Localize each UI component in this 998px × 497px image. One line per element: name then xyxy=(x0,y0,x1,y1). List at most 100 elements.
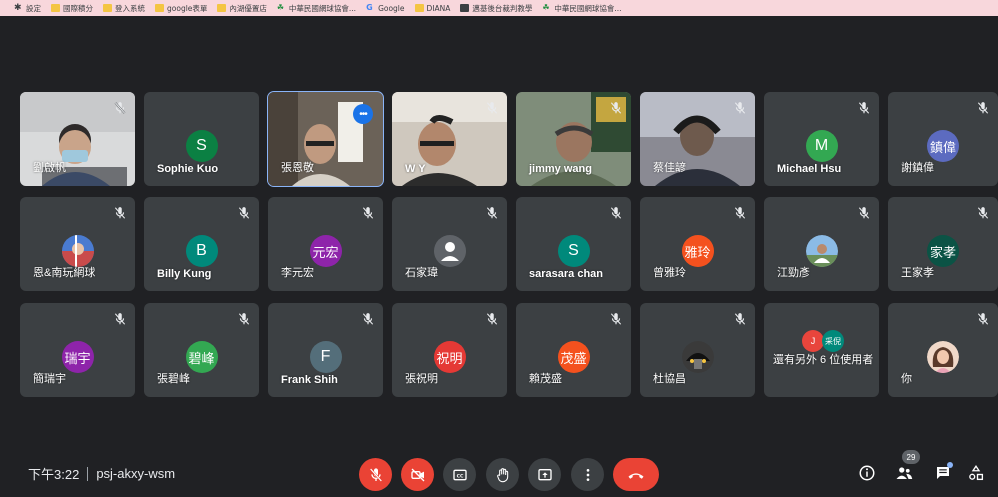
more-participants-label: 還有另外 6 位使用者 xyxy=(773,354,874,366)
info-icon xyxy=(859,465,875,481)
mic-off-icon xyxy=(114,313,126,325)
participant-tile[interactable]: M Michael Hsu xyxy=(764,92,879,186)
mic-off-icon xyxy=(238,207,250,219)
participant-name: 蔡佳諺 xyxy=(653,162,686,174)
avatar: F xyxy=(309,341,342,373)
closed-captions-icon: CC xyxy=(452,469,467,480)
avatar: 元宏 xyxy=(309,235,342,267)
mic-off-icon xyxy=(238,313,250,325)
bookmark-folder[interactable]: 國際積分 xyxy=(51,3,93,14)
meeting-info: 下午3:22 psj-akxy-wsm xyxy=(28,464,175,483)
globe-icon xyxy=(460,4,470,12)
camera-toggle-button[interactable] xyxy=(401,458,434,491)
participant-tile[interactable]: W Y xyxy=(392,92,507,186)
mic-off-icon xyxy=(977,313,989,325)
mic-off-icon xyxy=(734,102,746,114)
more-options-button[interactable] xyxy=(571,458,604,491)
avatar: 雅玲 xyxy=(681,235,714,267)
participant-name: Sophie Kuo xyxy=(157,163,219,175)
bookmark-folder[interactable]: google表單 xyxy=(155,3,207,14)
participant-name: 杜協昌 xyxy=(653,373,686,385)
mic-off-icon xyxy=(114,102,126,114)
participant-tile[interactable]: 劉啟帆 xyxy=(20,92,135,186)
mic-off-icon xyxy=(858,102,870,114)
hand-icon xyxy=(496,467,508,482)
mic-off-icon xyxy=(610,313,622,325)
meeting-code: psj-akxy-wsm xyxy=(96,466,176,481)
avatar: 瑞宇 xyxy=(61,341,94,373)
bookmark-folder[interactable]: 內湖優置店 xyxy=(217,3,267,14)
participant-name: Frank Shih xyxy=(281,374,338,386)
folder-icon xyxy=(103,4,112,12)
participant-tile[interactable]: 雅玲 曾雅玲 xyxy=(640,197,755,291)
participant-tile[interactable]: S sarasara chan xyxy=(516,197,631,291)
avatar-photo xyxy=(681,341,714,373)
participant-tile[interactable]: 恩&南玩網球 xyxy=(20,197,135,291)
avatar: S xyxy=(557,235,590,267)
avatar-photo xyxy=(927,341,959,373)
people-icon xyxy=(896,467,913,479)
folder-icon xyxy=(217,4,227,12)
participant-tile[interactable]: 石家瑋 xyxy=(392,197,507,291)
present-screen-button[interactable] xyxy=(528,458,561,491)
mic-off-icon xyxy=(977,207,989,219)
participant-name: jimmy wang xyxy=(529,163,592,175)
bookmark-link[interactable]: 邁基後台裁判教學 xyxy=(460,3,532,14)
avatar: 碧峰 xyxy=(185,341,218,373)
participant-tile[interactable]: 碧峰 張碧峰 xyxy=(144,303,259,397)
activities-button[interactable] xyxy=(965,462,987,484)
more-participants-tile[interactable]: J 采倪 還有另外 6 位使用者 xyxy=(764,303,879,397)
bookmark-link[interactable]: ☘ 中華民國網球協會... xyxy=(542,3,621,14)
participant-tile[interactable]: S Sophie Kuo xyxy=(144,92,259,186)
people-button[interactable] xyxy=(893,462,915,484)
self-tile[interactable]: 你 xyxy=(888,303,998,397)
participant-tile[interactable]: 瑞宇 簡瑞宇 xyxy=(20,303,135,397)
bookmark-settings[interactable]: ✱ 設定 xyxy=(14,3,41,14)
captions-button[interactable]: CC xyxy=(443,458,476,491)
participant-name: 曾雅玲 xyxy=(653,267,686,279)
participant-tile[interactable]: 江勁彥 xyxy=(764,197,879,291)
participant-tile[interactable]: 家孝 王家孝 xyxy=(888,197,998,291)
participant-tile[interactable]: 茂盛 賴茂盛 xyxy=(516,303,631,397)
participant-tile-active-speaker[interactable]: ••• 張恩敬 xyxy=(267,91,384,187)
participant-name: sarasara chan xyxy=(529,268,603,280)
phone-hangup-icon xyxy=(628,472,644,479)
bookmarks-bar: ✱ 設定 國際積分 登入系統 google表單 內湖優置店 ☘ 中華民國網球協會..… xyxy=(0,0,998,16)
leave-call-button[interactable] xyxy=(613,458,659,491)
bookmark-link[interactable]: ☘ 中華民國網球協會... xyxy=(277,3,356,14)
google-icon: G xyxy=(366,3,373,12)
participant-tile[interactable]: jimmy wang xyxy=(516,92,631,186)
raise-hand-button[interactable] xyxy=(486,458,519,491)
mic-toggle-button[interactable] xyxy=(359,458,392,491)
mic-off-icon xyxy=(734,207,746,219)
avatar: M xyxy=(805,130,838,162)
participant-name: 賴茂盛 xyxy=(529,373,562,385)
participant-tile[interactable]: 蔡佳諺 xyxy=(640,92,755,186)
bookmark-folder[interactable]: DIANA xyxy=(414,4,450,13)
more-options-icon[interactable]: ••• xyxy=(353,104,373,124)
participant-name: 江勁彥 xyxy=(777,267,810,279)
participant-tile[interactable]: 祝明 張祝明 xyxy=(392,303,507,397)
bookmark-google[interactable]: G Google xyxy=(366,4,404,13)
clock-time: 下午3:22 xyxy=(28,467,80,482)
svg-text:CC: CC xyxy=(456,473,463,479)
mic-off-icon xyxy=(362,207,374,219)
avatar: 茂盛 xyxy=(557,341,590,373)
participant-tile[interactable]: 鎮偉 謝鎮偉 xyxy=(888,92,998,186)
avatar: 鎮偉 xyxy=(927,130,959,162)
mic-off-icon xyxy=(977,102,989,114)
activities-icon xyxy=(969,465,984,481)
leaf-icon: ☘ xyxy=(542,3,550,12)
meeting-details-button[interactable] xyxy=(856,462,878,484)
bottom-control-bar: 下午3:22 psj-akxy-wsm CC 29 xyxy=(0,450,998,497)
participant-name: W Y xyxy=(405,163,426,175)
participant-name: 恩&南玩網球 xyxy=(33,267,96,279)
bookmark-folder[interactable]: 登入系統 xyxy=(103,3,145,14)
participant-tile[interactable]: B Billy Kung xyxy=(144,197,259,291)
participant-tile[interactable]: F Frank Shih xyxy=(268,303,383,397)
participant-tile[interactable]: 杜協昌 xyxy=(640,303,755,397)
participant-tile[interactable]: 元宏 李元宏 xyxy=(268,197,383,291)
participant-name: 謝鎮偉 xyxy=(901,162,934,174)
folder-icon xyxy=(51,4,60,12)
participant-name: Michael Hsu xyxy=(777,163,842,175)
